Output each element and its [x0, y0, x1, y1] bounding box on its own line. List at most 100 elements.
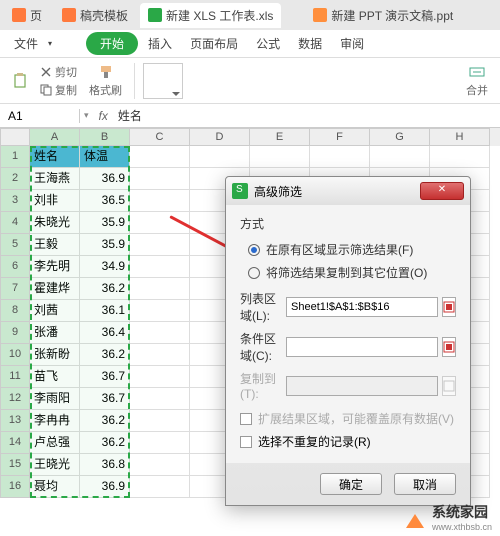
row-header[interactable]: 8	[0, 300, 30, 322]
cell[interactable]	[130, 476, 190, 498]
cell[interactable]: 36.7	[80, 388, 130, 410]
cell[interactable]: 36.5	[80, 190, 130, 212]
cell[interactable]	[130, 190, 190, 212]
cell[interactable]: 聂均	[30, 476, 80, 498]
cell[interactable]	[130, 278, 190, 300]
cell[interactable]	[130, 168, 190, 190]
cell[interactable]: 36.2	[80, 410, 130, 432]
cell[interactable]: 李雨阳	[30, 388, 80, 410]
cell[interactable]: 李先明	[30, 256, 80, 278]
cell[interactable]	[130, 256, 190, 278]
range-picker-button[interactable]	[442, 297, 456, 317]
menu-review[interactable]: 审阅	[332, 32, 372, 55]
cell[interactable]: 36.1	[80, 300, 130, 322]
cell[interactable]: 36.8	[80, 454, 130, 476]
row-header[interactable]: 7	[0, 278, 30, 300]
cell[interactable]: 刘茜	[30, 300, 80, 322]
row-header[interactable]: 13	[0, 410, 30, 432]
cell[interactable]: 王毅	[30, 234, 80, 256]
col-header-a[interactable]: A	[30, 128, 80, 146]
cell[interactable]: 苗飞	[30, 366, 80, 388]
menu-insert[interactable]: 插入	[140, 32, 180, 55]
formula-input[interactable]	[114, 109, 500, 123]
tab-home[interactable]: 页	[4, 3, 50, 28]
cell[interactable]: 36.2	[80, 278, 130, 300]
row-header[interactable]: 1	[0, 146, 30, 168]
row-header[interactable]: 14	[0, 432, 30, 454]
format-painter-button[interactable]: 格式刷	[85, 62, 126, 100]
list-range-input[interactable]	[286, 297, 438, 317]
row-header[interactable]: 4	[0, 212, 30, 234]
col-header-f[interactable]: F	[310, 128, 370, 146]
dropdown-icon[interactable]: ▾	[80, 110, 93, 121]
cell[interactable]	[130, 432, 190, 454]
dialog-titlebar[interactable]: 高级筛选 ✕	[226, 177, 470, 205]
cell[interactable]	[310, 146, 370, 168]
radio-filter-inplace[interactable]: 在原有区域显示筛选结果(F)	[240, 238, 456, 261]
cell[interactable]	[250, 146, 310, 168]
cell[interactable]	[130, 146, 190, 168]
row-header[interactable]: 15	[0, 454, 30, 476]
tab-template[interactable]: 稿壳模板	[54, 3, 136, 28]
col-header-d[interactable]: D	[190, 128, 250, 146]
cell[interactable]: 36.7	[80, 366, 130, 388]
ok-button[interactable]: 确定	[320, 473, 382, 495]
range-picker-button[interactable]	[442, 337, 456, 357]
cell[interactable]	[130, 322, 190, 344]
menu-data[interactable]: 数据	[290, 32, 330, 55]
cell[interactable]	[130, 454, 190, 476]
cell[interactable]: 张新盼	[30, 344, 80, 366]
cut-button[interactable]: 剪切	[40, 64, 77, 80]
cell[interactable]	[130, 234, 190, 256]
cell[interactable]: 体温	[80, 146, 130, 168]
cell[interactable]: 36.4	[80, 322, 130, 344]
tab-xls[interactable]: 新建 XLS 工作表.xls	[140, 3, 281, 28]
cell[interactable]: 李冉冉	[30, 410, 80, 432]
cell[interactable]: 王海燕	[30, 168, 80, 190]
cancel-button[interactable]: 取消	[394, 473, 456, 495]
cell[interactable]	[130, 344, 190, 366]
cell[interactable]: 36.9	[80, 476, 130, 498]
cell[interactable]: 张潘	[30, 322, 80, 344]
radio-copy-elsewhere[interactable]: 将筛选结果复制到其它位置(O)	[240, 261, 456, 284]
cell[interactable]: 36.2	[80, 432, 130, 454]
menu-start[interactable]: 开始	[86, 32, 138, 55]
check-unique-records[interactable]: 选择不重复的记录(R)	[240, 430, 456, 453]
cell[interactable]	[130, 410, 190, 432]
row-header[interactable]: 3	[0, 190, 30, 212]
col-header-c[interactable]: C	[130, 128, 190, 146]
row-header[interactable]: 12	[0, 388, 30, 410]
cell[interactable]: 霍建烨	[30, 278, 80, 300]
style-preview[interactable]	[143, 63, 183, 99]
row-header[interactable]: 6	[0, 256, 30, 278]
cell[interactable]: 35.9	[80, 212, 130, 234]
col-header-g[interactable]: G	[370, 128, 430, 146]
cell[interactable]: 姓名	[30, 146, 80, 168]
select-all-corner[interactable]	[0, 128, 30, 146]
tab-ppt[interactable]: 新建 PPT 演示文稿.ppt	[305, 3, 461, 28]
col-header-b[interactable]: B	[80, 128, 130, 146]
cell[interactable]	[130, 366, 190, 388]
cell[interactable]: 卢总强	[30, 432, 80, 454]
col-header-e[interactable]: E	[250, 128, 310, 146]
col-header-h[interactable]: H	[430, 128, 490, 146]
menu-formula[interactable]: 公式	[248, 32, 288, 55]
fx-icon[interactable]: fx	[93, 109, 114, 123]
cell[interactable]: 35.9	[80, 234, 130, 256]
menu-file[interactable]: 文件	[6, 32, 46, 55]
close-button[interactable]: ✕	[420, 182, 464, 200]
criteria-range-input[interactable]	[286, 337, 438, 357]
name-box[interactable]: A1	[0, 109, 80, 123]
cell[interactable]: 36.2	[80, 344, 130, 366]
cell[interactable]: 34.9	[80, 256, 130, 278]
row-header[interactable]: 16	[0, 476, 30, 498]
paste-button[interactable]	[8, 71, 32, 91]
cell[interactable]: 朱晓光	[30, 212, 80, 234]
menu-layout[interactable]: 页面布局	[182, 32, 246, 55]
row-header[interactable]: 11	[0, 366, 30, 388]
merge-button[interactable]: 合并	[462, 62, 492, 100]
cell[interactable]	[430, 146, 490, 168]
cell[interactable]: 刘非	[30, 190, 80, 212]
cell[interactable]: 王晓光	[30, 454, 80, 476]
cell[interactable]: 36.9	[80, 168, 130, 190]
